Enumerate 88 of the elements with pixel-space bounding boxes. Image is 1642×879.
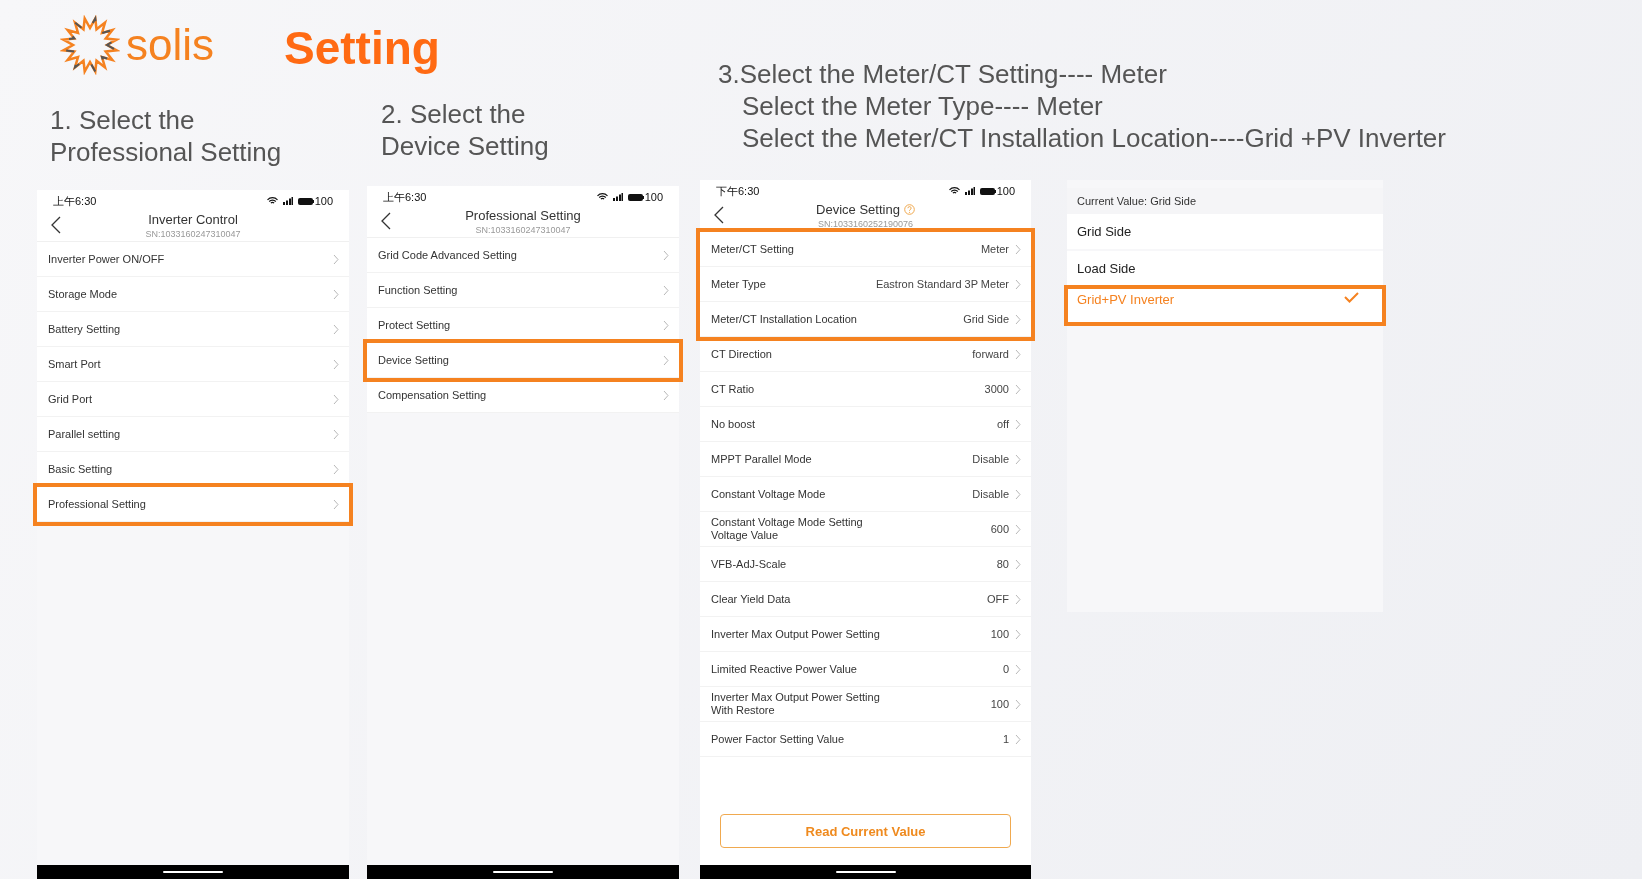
settings-row[interactable]: Meter Type Eastron Standard 3P Meter xyxy=(700,267,1031,302)
chevron-right-icon xyxy=(1015,593,1021,605)
settings-row[interactable]: Smart Port xyxy=(37,347,349,382)
battery-level: 100 xyxy=(314,195,333,207)
signal-icon xyxy=(282,197,293,205)
slide-title: Setting xyxy=(284,21,440,75)
chevron-right-icon xyxy=(1015,348,1021,360)
chevron-right-icon xyxy=(1015,698,1021,710)
settings-row[interactable]: Function Setting xyxy=(367,273,679,308)
settings-row[interactable]: VFB-AdJ-Scale 80 xyxy=(700,547,1031,582)
chevron-right-icon xyxy=(1015,628,1021,640)
chevron-right-icon xyxy=(663,389,669,401)
wifi-icon xyxy=(266,197,278,205)
screen-title: Inverter Control xyxy=(148,212,238,227)
chevron-right-icon xyxy=(333,323,339,335)
battery-level: 100 xyxy=(996,185,1015,197)
back-icon[interactable] xyxy=(51,216,61,234)
wifi-icon xyxy=(948,187,960,195)
option-row[interactable]: Load Side xyxy=(1067,251,1383,286)
chevron-right-icon xyxy=(333,498,339,510)
status-time: 上午6:30 xyxy=(383,189,427,205)
battery-level: 100 xyxy=(644,191,663,203)
settings-row[interactable]: Compensation Setting xyxy=(367,378,679,413)
settings-row[interactable]: Basic Setting xyxy=(37,452,349,487)
chevron-right-icon xyxy=(1015,488,1021,500)
settings-row[interactable]: MPPT Parallel Mode Disable xyxy=(700,442,1031,477)
chevron-right-icon xyxy=(1015,558,1021,570)
wifi-icon xyxy=(596,193,608,201)
chevron-right-icon xyxy=(663,249,669,261)
battery-icon xyxy=(979,187,996,195)
chevron-right-icon xyxy=(333,428,339,440)
logo-text: solis xyxy=(126,20,215,70)
settings-row[interactable]: Device Setting xyxy=(367,343,679,378)
settings-row[interactable]: No boost off xyxy=(700,407,1031,442)
settings-row[interactable]: Inverter Power ON/OFF xyxy=(37,242,349,277)
serial-number: SN:1033160252190076 xyxy=(817,219,914,229)
chevron-right-icon xyxy=(1015,383,1021,395)
settings-row[interactable]: Protect Setting xyxy=(367,308,679,343)
status-time: 上午6:30 xyxy=(53,193,97,209)
status-time: 下午6:30 xyxy=(716,183,760,199)
chevron-right-icon xyxy=(333,253,339,265)
settings-row[interactable]: CT Ratio 3000 xyxy=(700,372,1031,407)
settings-row[interactable]: Parallel setting xyxy=(37,417,349,452)
chevron-right-icon xyxy=(333,358,339,370)
chevron-right-icon xyxy=(1015,663,1021,675)
chevron-right-icon xyxy=(663,284,669,296)
serial-number: SN:1033160247310047 xyxy=(475,225,571,235)
settings-row[interactable]: CT Direction forward xyxy=(700,337,1031,372)
back-icon[interactable] xyxy=(381,212,391,230)
battery-icon xyxy=(627,193,644,201)
signal-icon xyxy=(612,193,623,201)
chevron-right-icon xyxy=(1015,243,1021,255)
settings-row[interactable]: Storage Mode xyxy=(37,277,349,312)
sun-logo-icon xyxy=(60,15,120,75)
settings-row[interactable]: Battery Setting xyxy=(37,312,349,347)
step-instruction: 2. Select the Device Setting xyxy=(380,98,550,163)
chevron-right-icon xyxy=(663,319,669,331)
chevron-right-icon xyxy=(1015,523,1021,535)
chevron-right-icon xyxy=(1015,733,1021,745)
chevron-right-icon xyxy=(1015,278,1021,290)
screen-title: Device Setting xyxy=(816,202,900,217)
chevron-right-icon xyxy=(333,288,339,300)
signal-icon xyxy=(964,187,975,195)
settings-row[interactable]: Constant Voltage Mode Disable xyxy=(700,477,1031,512)
battery-icon xyxy=(297,197,314,205)
chevron-right-icon xyxy=(333,463,339,475)
serial-number: SN:1033160247310047 xyxy=(145,229,241,239)
chevron-right-icon xyxy=(1015,418,1021,430)
screen-title: Professional Setting xyxy=(465,208,581,223)
settings-row[interactable]: Limited Reactive Power Value 0 xyxy=(700,652,1031,687)
chevron-right-icon xyxy=(1015,313,1021,325)
chevron-right-icon xyxy=(663,354,669,366)
settings-row[interactable]: Inverter Max Output Power Setting With Restore 100 xyxy=(700,687,1031,722)
settings-row[interactable]: Clear Yield Data OFF xyxy=(700,582,1031,617)
option-row[interactable]: Grid Side xyxy=(1067,214,1383,249)
settings-row[interactable]: Grid Code Advanced Setting xyxy=(367,238,679,273)
back-icon[interactable] xyxy=(714,206,724,224)
settings-row[interactable]: Grid Port xyxy=(37,382,349,417)
step-instruction: 3.Select the Meter/CT Setting---- Meter Select the Meter Type---- Meter Select the Meter/CT Installation Location----Grid +PV Inverter xyxy=(718,58,1447,155)
settings-row[interactable]: Meter/CT Installation Location Grid Side xyxy=(700,302,1031,337)
settings-row[interactable]: Professional Setting xyxy=(37,487,349,522)
settings-row[interactable]: Constant Voltage Mode Setting Voltage Value 600 xyxy=(700,512,1031,547)
check-icon xyxy=(1344,292,1359,303)
settings-row[interactable]: Inverter Max Output Power Setting 100 xyxy=(700,617,1031,652)
chevron-right-icon xyxy=(333,393,339,405)
settings-row[interactable]: Meter/CT Setting Meter xyxy=(700,232,1031,267)
chevron-right-icon xyxy=(1015,453,1021,465)
step-instruction: 1. Select the Professional Setting xyxy=(49,104,283,169)
